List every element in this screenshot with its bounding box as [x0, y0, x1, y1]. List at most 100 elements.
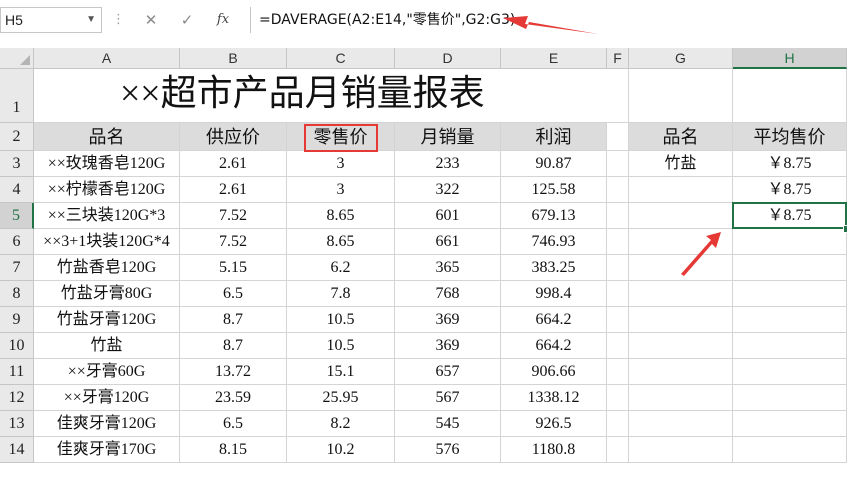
data-cell[interactable]: 664.2 [501, 333, 607, 359]
data-cell[interactable]: 佳爽牙膏120G [34, 411, 180, 437]
avg-price-cell[interactable]: ￥8.75 [733, 151, 847, 177]
data-cell[interactable]: ××玫瑰香皂120G [34, 151, 180, 177]
data-cell[interactable]: 25.95 [287, 385, 395, 411]
cell-f4[interactable] [607, 177, 629, 203]
column-header-f[interactable]: F [607, 48, 629, 69]
data-cell[interactable]: 746.93 [501, 229, 607, 255]
data-cell[interactable]: 8.65 [287, 203, 395, 229]
data-cell[interactable]: ××柠檬香皂120G [34, 177, 180, 203]
cell-h11[interactable] [733, 359, 847, 385]
data-cell[interactable]: 6.5 [180, 281, 287, 307]
data-cell[interactable]: 6.2 [287, 255, 395, 281]
data-cell[interactable]: 567 [395, 385, 501, 411]
cancel-icon[interactable]: ✕ [140, 9, 162, 31]
data-cell[interactable]: 竹盐 [34, 333, 180, 359]
data-cell[interactable]: 7.52 [180, 229, 287, 255]
fill-handle[interactable] [843, 225, 847, 233]
cell-h14[interactable] [733, 437, 847, 463]
data-cell[interactable]: 2.61 [180, 177, 287, 203]
row-header-2[interactable]: 2 [0, 123, 34, 151]
data-cell[interactable]: 竹盐牙膏120G [34, 307, 180, 333]
data-cell[interactable]: 679.13 [501, 203, 607, 229]
cell-g14[interactable] [629, 437, 733, 463]
row-header-8[interactable]: 8 [0, 281, 34, 307]
row-header-13[interactable]: 13 [0, 411, 34, 437]
data-cell[interactable]: 1338.12 [501, 385, 607, 411]
column-header-b[interactable]: B [180, 48, 287, 69]
row-header-9[interactable]: 9 [0, 307, 34, 333]
data-cell[interactable]: 8.7 [180, 307, 287, 333]
cell-f11[interactable] [607, 359, 629, 385]
name-box[interactable]: H5 ▼ [0, 7, 102, 33]
cell-f10[interactable] [607, 333, 629, 359]
cell-g1[interactable] [629, 69, 733, 123]
data-cell[interactable]: 10.5 [287, 333, 395, 359]
header-cell-5[interactable]: 利润 [501, 123, 607, 151]
data-cell[interactable]: 125.58 [501, 177, 607, 203]
data-cell[interactable]: 90.87 [501, 151, 607, 177]
sheet-title[interactable]: ××超市产品月销量报表 [34, 69, 607, 123]
header-cell-4[interactable]: 月销量 [395, 123, 501, 151]
cell-h6[interactable] [733, 229, 847, 255]
data-cell[interactable]: 664.2 [501, 307, 607, 333]
header-cell-1[interactable]: 品名 [34, 123, 180, 151]
data-cell[interactable]: 6.5 [180, 411, 287, 437]
data-cell[interactable]: 8.7 [180, 333, 287, 359]
cell-g4[interactable] [629, 177, 733, 203]
data-cell[interactable]: 竹盐牙膏80G [34, 281, 180, 307]
cell-g13[interactable] [629, 411, 733, 437]
select-all-button[interactable] [0, 48, 34, 69]
data-cell[interactable]: 8.2 [287, 411, 395, 437]
cell-h12[interactable] [733, 385, 847, 411]
data-cell[interactable]: ××3+1块装120G*4 [34, 229, 180, 255]
row-header-6[interactable]: 6 [0, 229, 34, 255]
column-header-d[interactable]: D [395, 48, 501, 69]
data-cell[interactable]: 10.5 [287, 307, 395, 333]
data-cell[interactable]: 768 [395, 281, 501, 307]
data-cell[interactable]: 3 [287, 151, 395, 177]
data-cell[interactable]: 926.5 [501, 411, 607, 437]
cell-g11[interactable] [629, 359, 733, 385]
data-cell[interactable]: 322 [395, 177, 501, 203]
data-cell[interactable]: 906.66 [501, 359, 607, 385]
criteria-value-cell[interactable]: 竹盐 [629, 151, 733, 177]
cell-g10[interactable] [629, 333, 733, 359]
data-cell[interactable]: 15.1 [287, 359, 395, 385]
column-header-a[interactable]: A [34, 48, 180, 69]
cell-f7[interactable] [607, 255, 629, 281]
data-cell[interactable]: 10.2 [287, 437, 395, 463]
criteria-header-avg[interactable]: 平均售价 [733, 123, 847, 151]
cell-h9[interactable] [733, 307, 847, 333]
cell-f3[interactable] [607, 151, 629, 177]
row-header-5[interactable]: 5 [0, 203, 34, 229]
cell-h8[interactable] [733, 281, 847, 307]
row-header-1[interactable]: 1 [0, 69, 34, 123]
data-cell[interactable]: ××三块装120G*3 [34, 203, 180, 229]
row-header-3[interactable]: 3 [0, 151, 34, 177]
cell-f5[interactable] [607, 203, 629, 229]
cell-f6[interactable] [607, 229, 629, 255]
cell-g8[interactable] [629, 281, 733, 307]
cell-f12[interactable] [607, 385, 629, 411]
column-header-g[interactable]: G [629, 48, 733, 69]
avg-price-cell[interactable]: ￥8.75 [733, 177, 847, 203]
data-cell[interactable]: 13.72 [180, 359, 287, 385]
chevron-down-icon[interactable]: ▼ [86, 8, 96, 32]
criteria-header-name[interactable]: 品名 [629, 123, 733, 151]
data-cell[interactable]: 2.61 [180, 151, 287, 177]
column-header-c[interactable]: C [287, 48, 395, 69]
data-cell[interactable]: 601 [395, 203, 501, 229]
cell-g6[interactable] [629, 229, 733, 255]
row-header-14[interactable]: 14 [0, 437, 34, 463]
data-cell[interactable]: 7.8 [287, 281, 395, 307]
data-cell[interactable]: 3 [287, 177, 395, 203]
row-header-7[interactable]: 7 [0, 255, 34, 281]
cell-g7[interactable] [629, 255, 733, 281]
data-cell[interactable]: 8.15 [180, 437, 287, 463]
cell-f2[interactable] [607, 123, 629, 151]
data-cell[interactable]: 365 [395, 255, 501, 281]
data-cell[interactable]: ××牙膏60G [34, 359, 180, 385]
column-header-h[interactable]: H [733, 48, 847, 69]
formula-input[interactable]: =DAVERAGE(A2:E14,"零售价",G2:G3) [250, 7, 847, 33]
data-cell[interactable]: 1180.8 [501, 437, 607, 463]
